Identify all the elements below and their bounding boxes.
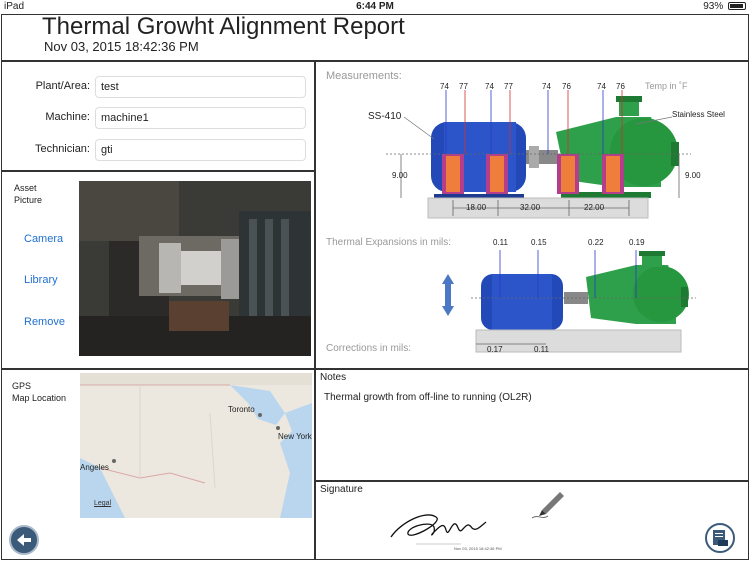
temp-reading: 76: [562, 82, 571, 91]
notes-panel: Notes Thermal growth from off-line to ru…: [315, 369, 749, 481]
report-date: Nov 03, 2015 18:42:36 PM: [44, 39, 199, 54]
stainless-label: Stainless Steel: [672, 110, 725, 119]
technician-field[interactable]: gti: [95, 139, 306, 161]
machine-label: Machine:: [45, 111, 90, 123]
measurements-panel: Measurements: Temp in ˚F SS-410 Stainles…: [315, 61, 749, 369]
technician-row: Technician: gti: [2, 139, 316, 161]
expansions-title: Thermal Expansions in mils:: [326, 237, 452, 248]
bottom-machine-diagram: [471, 250, 696, 353]
measurements-title: Measurements:: [326, 70, 402, 82]
city-newyork: New York: [278, 432, 312, 441]
status-bar: iPad 6:44 PM 93%: [0, 0, 750, 14]
battery-indicator: 93%: [703, 1, 746, 12]
temp-reading: 74: [440, 82, 449, 91]
expansion-value: 0.11: [493, 238, 508, 247]
back-arrow-icon: [17, 534, 31, 546]
map-legal-link[interactable]: Legal: [94, 500, 111, 507]
height-left: 9.00: [392, 171, 408, 180]
pdf-button[interactable]: [705, 523, 735, 553]
map-pin: [112, 459, 116, 463]
report-header: Thermal Growht Alignment Report Nov 03, …: [1, 13, 749, 61]
corrections-title: Corrections in mils:: [326, 343, 412, 354]
signature-panel: Signature Nov 03, 2015 18:42:36 PM: [315, 481, 749, 560]
spacing-value: 32.00: [520, 203, 541, 212]
technician-label: Technician:: [34, 143, 90, 155]
temp-unit-label: Temp in ˚F: [645, 81, 688, 91]
vertical-adjust-icon: [442, 274, 454, 316]
machine-row: Machine: machine1: [2, 107, 316, 129]
back-button[interactable]: [9, 525, 39, 555]
library-button[interactable]: Library: [24, 274, 58, 286]
height-right: 9.00: [685, 171, 701, 180]
plant-row: Plant/Area: test: [2, 76, 316, 98]
gps-label: GPS Map Location: [12, 381, 67, 403]
report-info-form: Plant/Area: test Machine: machine1 Techn…: [1, 61, 315, 171]
pdf-icon: [713, 530, 728, 546]
page-title: Thermal Growht Alignment Report: [42, 13, 405, 40]
notes-title: Notes: [320, 372, 347, 383]
temp-reading: 74: [597, 82, 606, 91]
spacing-value: 22.00: [584, 203, 605, 212]
asset-picture-panel: Asset Picture Camera Library Remove: [1, 171, 315, 369]
city-toronto: Toronto: [228, 405, 255, 414]
temp-reading: 77: [504, 82, 513, 91]
plant-field[interactable]: test: [95, 76, 306, 98]
map-pin: [258, 413, 262, 417]
battery-percent: 93%: [703, 1, 724, 12]
status-time: 6:44 PM: [356, 1, 394, 12]
asset-photo: [79, 181, 311, 356]
gps-panel: GPS Map Location Toronto New York Angele…: [1, 369, 315, 560]
notes-text[interactable]: Thermal growth from off-line to running …: [324, 392, 532, 403]
expansion-value: 0.15: [531, 238, 547, 247]
expansion-value: 0.22: [588, 238, 604, 247]
temp-reading: 76: [616, 82, 625, 91]
temp-reading: 77: [459, 82, 468, 91]
camera-button[interactable]: Camera: [24, 233, 63, 245]
spacing-value: 18.00: [466, 203, 487, 212]
asset-label: Asset Picture: [14, 183, 43, 205]
map-pin: [276, 426, 280, 430]
signature-stamp: Nov 03, 2015 18:42:36 PM: [454, 546, 502, 551]
plant-label: Plant/Area:: [35, 80, 90, 92]
temp-reading: 74: [485, 82, 494, 91]
ss410-label: SS-410: [368, 111, 402, 122]
correction-value: 0.11: [534, 345, 549, 354]
pen-icon[interactable]: [530, 488, 570, 525]
correction-value: 0.17: [487, 345, 503, 354]
expansion-value: 0.19: [629, 238, 645, 247]
remove-button[interactable]: Remove: [24, 316, 65, 328]
battery-icon: [728, 2, 746, 11]
temp-reading: 74: [542, 82, 551, 91]
machine-field[interactable]: machine1: [95, 107, 306, 129]
map-view[interactable]: Toronto New York Angeles Legal: [80, 373, 312, 518]
top-machine-diagram: [386, 90, 691, 219]
city-angeles: Angeles: [80, 463, 109, 472]
